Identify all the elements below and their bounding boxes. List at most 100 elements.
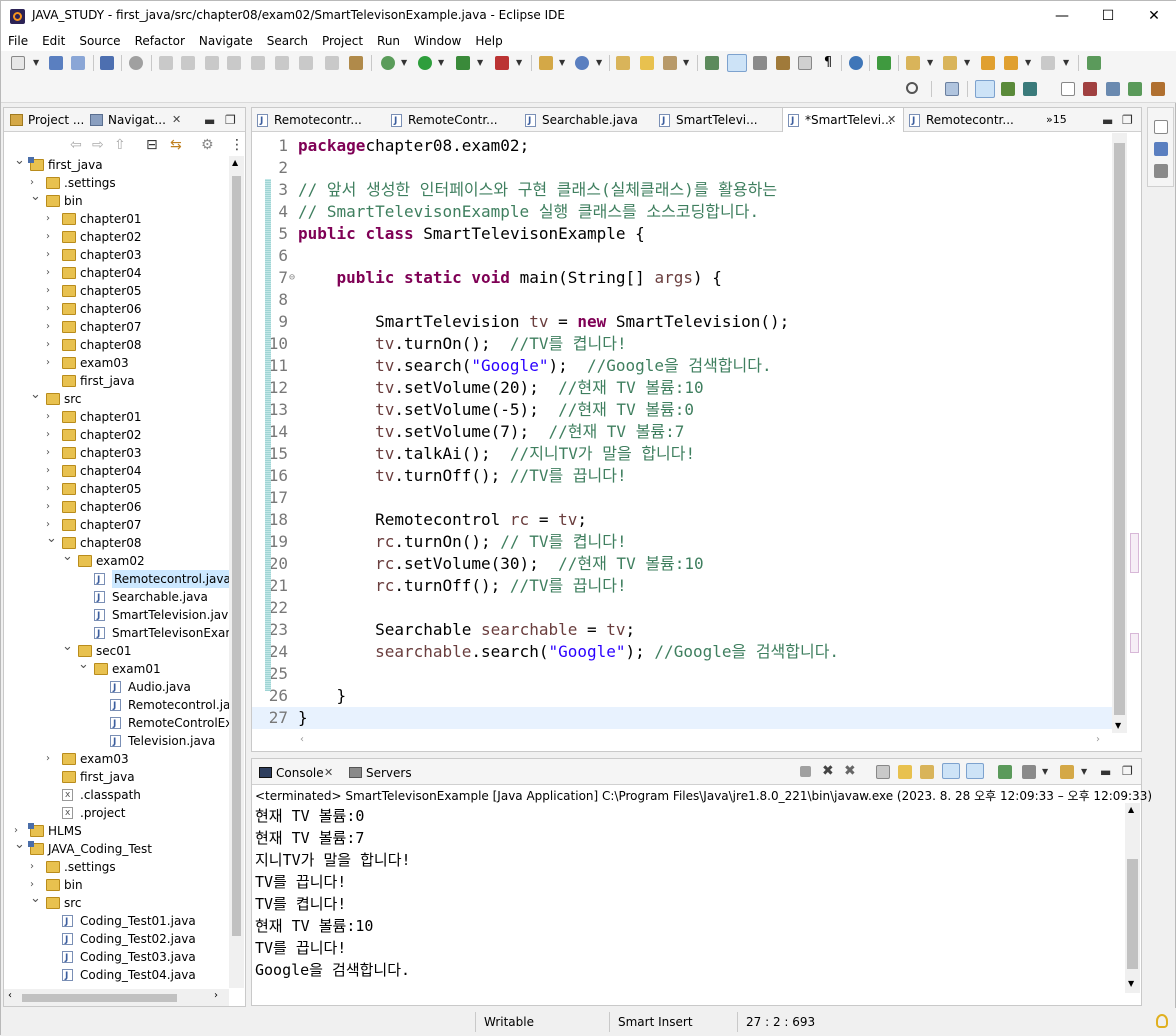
menu-search[interactable]: Search [260, 31, 315, 51]
tree-item[interactable]: Coding_Test04.java [4, 966, 229, 985]
more-tabs-button[interactable]: »15 [1046, 113, 1067, 126]
tree-item[interactable]: › chapter04 [4, 462, 229, 480]
scroll-left-icon[interactable]: ‹ [300, 734, 304, 745]
tree-item[interactable]: .classpath [4, 786, 229, 804]
minimize-view-icon[interactable]: ▬ [204, 114, 215, 128]
java-perspective-icon[interactable] [975, 80, 995, 98]
tree-item[interactable]: › chapter07 [4, 516, 229, 534]
forward-dropdown-icon[interactable]: ▼ [1063, 58, 1069, 67]
chevron-down-icon[interactable]: ⌄ [30, 386, 41, 404]
code-line[interactable]: 26 } [252, 685, 1112, 707]
tree-item[interactable]: › chapter07 [4, 318, 229, 336]
tree-item[interactable]: Television.java [4, 732, 229, 751]
chevron-right-icon[interactable]: › [46, 210, 56, 228]
code-line[interactable]: 10 tv.turnOn(); //TV를 켭니다! [252, 333, 1112, 355]
tree-item[interactable]: ⌄ exam01 [4, 657, 229, 678]
search-icon[interactable] [906, 82, 918, 94]
new-dropdown-icon[interactable]: ▼ [33, 58, 39, 67]
code-line[interactable]: 13 tv.setVolume(-5); //현재 TV 볼륨:0 [252, 399, 1112, 421]
terminate-icon[interactable] [800, 766, 811, 777]
team-sync-perspective-icon[interactable] [1128, 82, 1142, 96]
chevron-down-icon[interactable]: ⌄ [30, 890, 41, 908]
code-line[interactable]: 8 [252, 289, 1112, 311]
scroll-up-icon[interactable]: ▲ [1128, 805, 1134, 814]
display-console-icon[interactable] [1022, 765, 1036, 779]
chevron-right-icon[interactable]: › [46, 444, 56, 462]
open-type-icon[interactable] [616, 56, 630, 70]
open-folder-icon[interactable] [640, 56, 654, 70]
back-to-icon[interactable] [981, 56, 995, 70]
close-tab-icon[interactable]: ✕ [172, 111, 181, 129]
clear-console-icon[interactable] [876, 765, 890, 779]
code-line[interactable]: 11 tv.search("Google"); //Google을 검색합니다. [252, 355, 1112, 377]
tree-item[interactable]: ⌄ bin [4, 189, 229, 210]
open-perspective-icon[interactable] [945, 82, 959, 96]
code-line[interactable]: 2 [252, 157, 1112, 179]
restore-view-icon[interactable] [1154, 120, 1168, 134]
tree-item[interactable]: ⌄ sec01 [4, 639, 229, 660]
next-annotation-icon[interactable] [906, 56, 920, 70]
tree-horizontal-scrollbar[interactable]: ‹ › [4, 989, 229, 1006]
external-tools-dropdown-icon[interactable]: ▼ [516, 58, 522, 67]
tree-item[interactable]: Coding_Test01.java [4, 912, 229, 931]
minimize-console-icon[interactable]: ▬ [1100, 765, 1111, 779]
view-menu-icon[interactable]: ⋮ [230, 137, 244, 153]
chevron-right-icon[interactable]: › [46, 408, 56, 426]
back-icon[interactable] [1004, 56, 1018, 70]
code-line[interactable]: 14 tv.setVolume(7); //현재 TV 볼륨:7 [252, 421, 1112, 443]
run-icon[interactable] [418, 56, 432, 70]
word-wrap-icon[interactable] [920, 765, 934, 779]
chevron-right-icon[interactable]: › [46, 354, 56, 372]
chevron-down-icon[interactable]: ⌄ [14, 836, 25, 854]
next-annotation-dropdown-icon[interactable]: ▼ [927, 58, 933, 67]
show-on-stderr-icon[interactable] [966, 763, 984, 779]
tree-item[interactable]: Coding_Test02.java [4, 930, 229, 949]
tree-item[interactable]: ⌄ chapter08 [4, 531, 229, 552]
word-wrap-icon[interactable] [753, 56, 767, 70]
run-dropdown-icon[interactable]: ▼ [438, 58, 444, 67]
debug-icon[interactable] [381, 56, 395, 70]
code-line[interactable]: 23 Searchable searchable = tv; [252, 619, 1112, 641]
chevron-right-icon[interactable]: › [46, 300, 56, 318]
code-line[interactable]: 27} [252, 707, 1112, 729]
console-output[interactable]: 현재 TV 볼륨:0 현재 TV 볼륨:7 지니TV가 말을 합니다! TV를 끕니다… [255, 805, 1115, 985]
chevron-down-icon[interactable]: ⌄ [14, 156, 25, 170]
tree-item[interactable]: ⌄ src [4, 891, 229, 912]
show-on-stdout-icon[interactable] [942, 763, 960, 779]
editor-tab[interactable]: RemoteContr... [386, 108, 520, 132]
debug-perspective-icon[interactable] [1001, 82, 1015, 96]
tree-item[interactable]: ⌄ JAVA_Coding_Test [4, 837, 229, 858]
chevron-down-icon[interactable]: ⌄ [30, 188, 41, 206]
menu-help[interactable]: Help [468, 31, 509, 51]
tree-item[interactable]: Remotecontrol.java [4, 570, 229, 589]
tab-console[interactable]: Console ✕ [256, 764, 333, 782]
tree-vertical-scrollbar[interactable]: ▲ [229, 156, 244, 988]
display-console-dropdown-icon[interactable]: ▼ [1042, 767, 1048, 776]
java-ee-perspective-icon[interactable] [1083, 82, 1097, 96]
chevron-down-icon[interactable]: ⌄ [46, 530, 57, 548]
code-line[interactable]: 1 packagechapter08.exam02; [252, 135, 1112, 157]
back-dropdown-icon[interactable]: ▼ [1025, 58, 1031, 67]
chevron-right-icon[interactable]: › [46, 480, 56, 498]
editor-tab[interactable]: Remotecontr... [252, 108, 386, 132]
tree-item[interactable]: ⌄ exam02 [4, 549, 229, 570]
editor-vertical-scrollbar[interactable]: ▼ [1112, 133, 1127, 733]
chevron-right-icon[interactable]: › [46, 246, 56, 264]
coverage-dropdown-icon[interactable]: ▼ [477, 58, 483, 67]
scrollbar-thumb[interactable] [1114, 143, 1125, 715]
tree-item[interactable]: › chapter02 [4, 426, 229, 444]
external-tools-icon[interactable] [495, 56, 509, 70]
new-class-dropdown-icon[interactable]: ▼ [596, 58, 602, 67]
menu-navigate[interactable]: Navigate [192, 31, 260, 51]
filter-icon[interactable]: ⚙ [201, 137, 214, 153]
maximize-editor-icon[interactable]: ❐ [1122, 113, 1133, 127]
tab-project-explorer[interactable]: Project ... [8, 111, 84, 131]
open-console-icon[interactable] [1060, 765, 1074, 779]
new-icon[interactable] [11, 56, 25, 70]
scrollbar-thumb[interactable] [232, 176, 241, 936]
disconnect-icon[interactable] [227, 56, 241, 70]
chevron-down-icon[interactable]: ⌄ [62, 638, 73, 656]
tree-item[interactable]: › exam03 [4, 750, 229, 768]
terminate-icon[interactable] [205, 56, 219, 70]
chevron-right-icon[interactable]: › [46, 264, 56, 282]
